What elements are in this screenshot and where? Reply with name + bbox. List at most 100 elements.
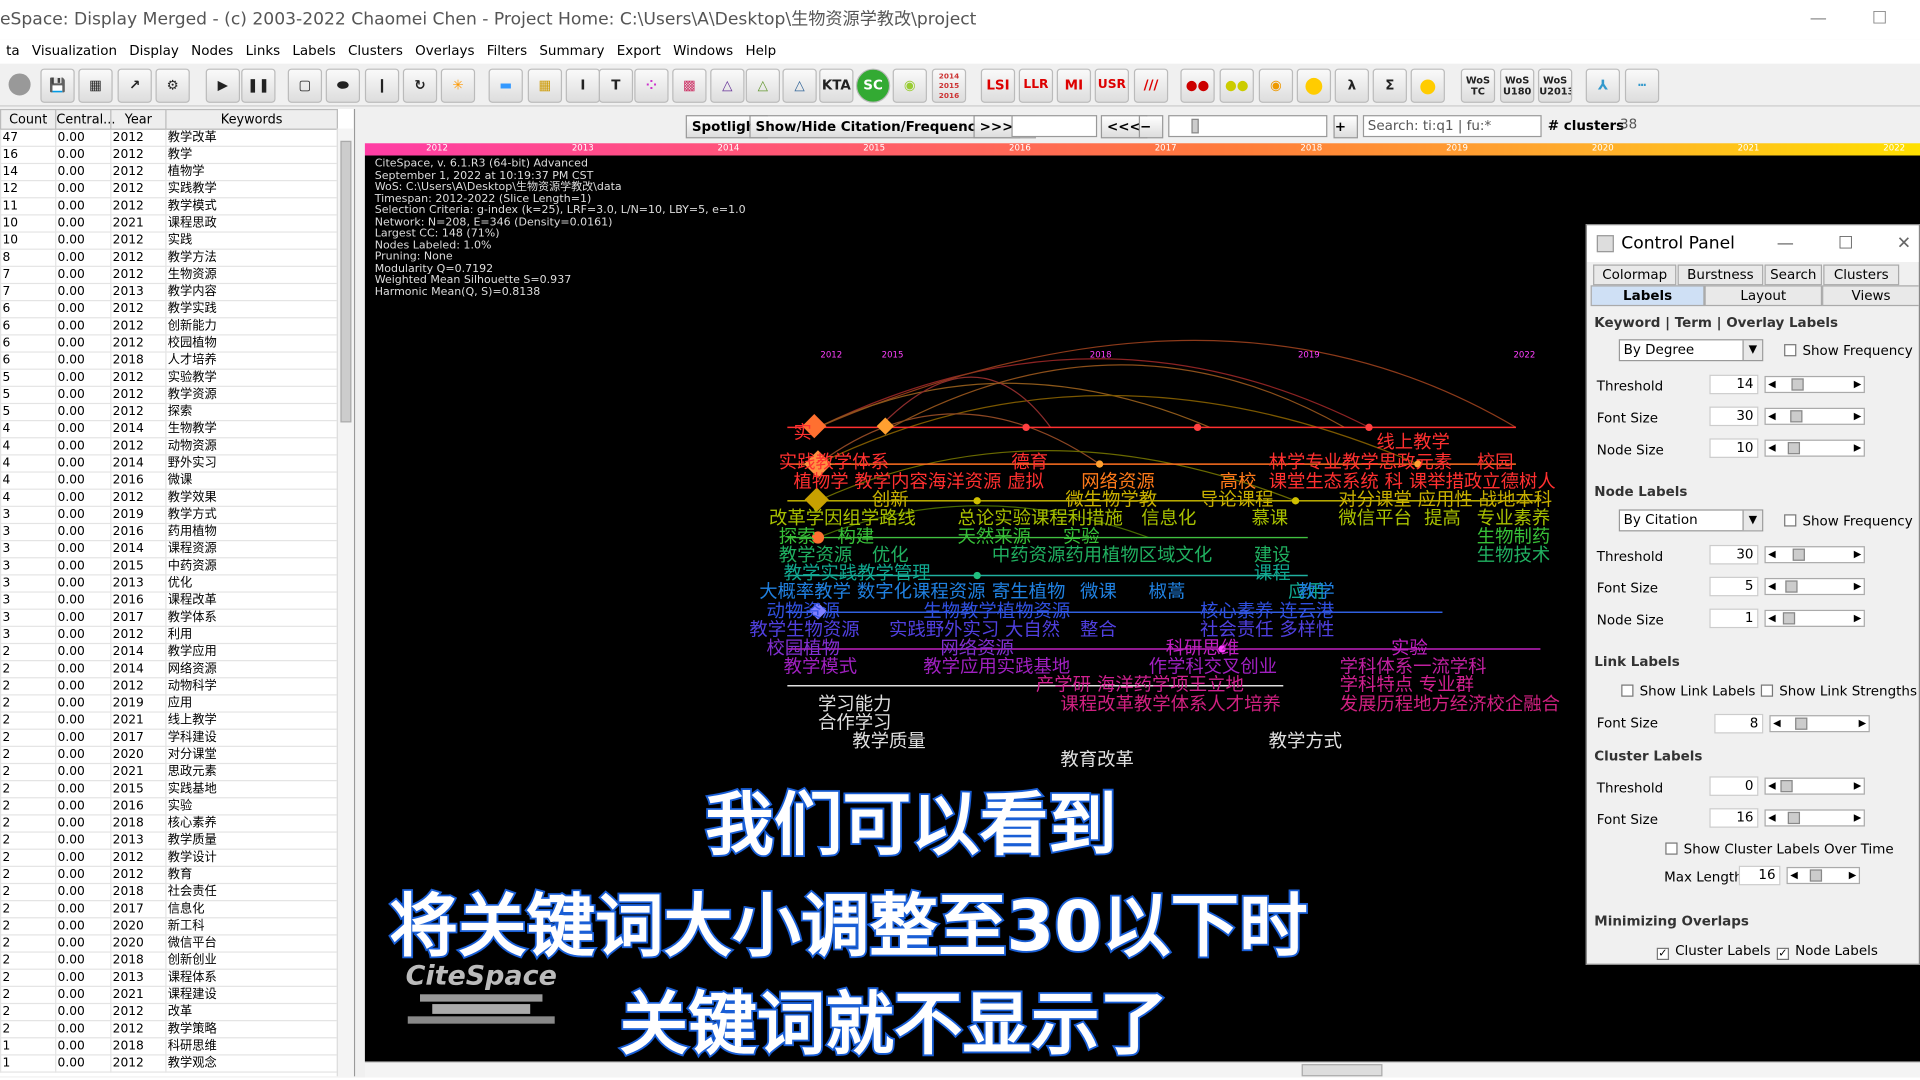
cluster-threshold-slider[interactable]: ◀ ▶ (1764, 777, 1865, 795)
keyword-label[interactable]: 教学 (1298, 582, 1335, 602)
sigma-button[interactable]: Σ (1372, 68, 1407, 103)
table-row[interactable]: 3 0.00 2017 教学体系 (0, 608, 338, 627)
wos-u2013-button[interactable]: WoS U2013 (1537, 68, 1573, 103)
table-row[interactable]: 2 0.00 2012 教学策略 (0, 1020, 338, 1039)
table-row[interactable]: 2 0.00 2021 课程建设 (0, 985, 338, 1005)
kw-threshold-value[interactable]: 14 (1709, 374, 1759, 395)
table-row[interactable]: 10 0.00 2012 实践 (0, 231, 338, 250)
export-icon[interactable]: ↗ (117, 68, 152, 103)
table-row[interactable]: 2 0.00 2014 网络资源 (0, 660, 338, 679)
search-circle-icon[interactable]: ● (1410, 68, 1445, 103)
orange-circle-icon[interactable]: ◉ (1258, 68, 1294, 103)
max-length-value[interactable]: 16 (1738, 865, 1781, 886)
dots-icon[interactable]: ●● (1180, 68, 1215, 103)
canvas-horizontal-scrollbar[interactable] (364, 1061, 1920, 1078)
keyword-label[interactable]: 校园 (1477, 452, 1514, 472)
menu-1[interactable]: Visualization (26, 39, 123, 63)
panel-maximize-icon[interactable]: ☐ (1838, 225, 1853, 262)
circle-icon[interactable]: ◉ (892, 68, 927, 103)
menu-4[interactable]: Links (239, 39, 286, 63)
keyword-label[interactable]: 生物技术 (1477, 545, 1550, 565)
table-row[interactable]: 2 0.00 2018 创新创业 (0, 951, 338, 970)
maximize-button[interactable]: ☐ (1851, 0, 1907, 39)
scatter-icon[interactable]: ⁘ (634, 68, 669, 103)
keyword-label[interactable]: 椒蒿 (1149, 582, 1186, 602)
table-row[interactable]: 6 0.00 2012 创新能力 (0, 317, 338, 336)
keyword-label[interactable]: 线上教学 (1376, 432, 1449, 452)
keyword-label[interactable]: 学科特点 专业群 (1340, 675, 1474, 695)
table-row[interactable]: 4 0.00 2014 生物教学 (0, 420, 338, 439)
burst-icon[interactable]: ✳ (440, 68, 476, 103)
table-row[interactable]: 2 0.00 2012 教学设计 (0, 848, 338, 867)
link-fontsize-value[interactable]: 8 (1714, 713, 1764, 734)
table-row[interactable]: 2 0.00 2021 线上教学 (0, 711, 338, 730)
min-node-labels-checkbox[interactable]: ✓ Node Labels (1776, 943, 1878, 961)
menu-11[interactable]: Windows (667, 39, 739, 63)
menu-8[interactable]: Filters (481, 39, 534, 63)
table-row[interactable]: 10 0.00 2021 课程思政 (0, 214, 338, 233)
kw-nodesize-slider[interactable]: ◀ ▶ (1764, 439, 1865, 457)
wos-tc-button[interactable]: WoS TC (1460, 68, 1496, 103)
keyword-label[interactable]: 教学模式 (784, 656, 857, 676)
cluster-fontsize-slider[interactable]: ◀ ▶ (1764, 809, 1865, 827)
cluster-fontsize-value[interactable]: 16 (1709, 808, 1759, 828)
table-row[interactable]: 7 0.00 2012 生物资源 (0, 265, 338, 285)
menu-7[interactable]: Overlays (409, 39, 481, 63)
keyword-label[interactable]: 微课 (1080, 582, 1117, 602)
table-row[interactable]: 2 0.00 2018 核心素养 (0, 814, 338, 833)
filter-input[interactable] (1011, 115, 1098, 138)
node-fontsize-slider[interactable]: ◀ ▶ (1764, 577, 1865, 596)
keyword-label[interactable]: 产学研 海洋药学项王立地 (1036, 675, 1244, 695)
show-link-strengths-checkbox[interactable]: Show Link Strengths (1760, 683, 1917, 699)
keyword-label[interactable]: 课程 (1254, 563, 1291, 583)
table-row[interactable]: 16 0.00 2012 教学 (0, 145, 338, 165)
wos-u180-button[interactable]: WoS U180 (1500, 68, 1535, 103)
yellow-circle-icon[interactable]: ● (1296, 68, 1332, 103)
minimize-button[interactable]: — (1790, 0, 1846, 39)
keyword-label[interactable]: 德育 (1011, 452, 1048, 472)
table-row[interactable]: 5 0.00 2012 教学资源 (0, 385, 338, 405)
table-row[interactable]: 2 0.00 2012 教育 (0, 865, 338, 885)
menu-9[interactable]: Summary (533, 39, 610, 63)
tab-search[interactable]: Search (1764, 264, 1823, 286)
table-row[interactable]: 3 0.00 2014 课程资源 (0, 540, 338, 559)
triangle-icon-2[interactable]: △ (745, 68, 781, 103)
table-row[interactable]: 5 0.00 2012 实验教学 (0, 368, 338, 387)
keyword-label[interactable]: 微信平台 (1338, 508, 1411, 528)
sc-button[interactable]: SC (855, 68, 891, 103)
stop-icon[interactable] (8, 73, 31, 96)
table-row[interactable]: 14 0.00 2012 植物学 (0, 162, 338, 182)
max-length-slider[interactable]: ◀ ▶ (1786, 866, 1861, 885)
table-row[interactable]: 2 0.00 2013 课程体系 (0, 968, 338, 987)
tab-labels[interactable]: Labels (1590, 285, 1705, 307)
cluster-threshold-value[interactable]: 0 (1709, 776, 1759, 796)
menu-6[interactable]: Clusters (342, 39, 409, 63)
node-mode-select[interactable]: By Citation ▼ (1618, 509, 1764, 532)
kw-fontsize-value[interactable]: 30 (1709, 406, 1759, 427)
node-fontsize-value[interactable]: 5 (1709, 576, 1759, 597)
show-link-labels-checkbox[interactable]: Show Link Labels (1621, 683, 1755, 699)
keyword-label[interactable]: 大概率教学 数字化课程资源 (759, 582, 985, 602)
table-row[interactable]: 2 0.00 2015 实践基地 (0, 780, 338, 799)
keyword-label[interactable]: 教育改革 (1060, 749, 1133, 769)
table-row[interactable]: 2 0.00 2020 新工科 (0, 917, 338, 936)
menu-0[interactable]: ta (0, 39, 26, 63)
column-header[interactable]: Keywords (165, 108, 338, 130)
zoom-in-icon[interactable]: + (1333, 115, 1358, 139)
table-row[interactable]: 6 0.00 2012 校园植物 (0, 334, 338, 353)
triangle-icon-3[interactable]: △ (782, 68, 817, 103)
table-scrollbar[interactable] (336, 128, 354, 1077)
show-cluster-over-time-checkbox[interactable]: Show Cluster Labels Over Time (1665, 841, 1894, 857)
table-row[interactable]: 2 0.00 2020 微信平台 (0, 934, 338, 953)
menu-5[interactable]: Labels (286, 39, 342, 63)
table-row[interactable]: 2 0.00 2017 学科建设 (0, 728, 338, 747)
pin-icon[interactable]: ❙ (364, 68, 400, 103)
node-nodesize-value[interactable]: 1 (1709, 608, 1759, 629)
kw-nodesize-value[interactable]: 10 (1709, 438, 1759, 458)
table-row[interactable]: 3 0.00 2019 教学方式 (0, 505, 338, 525)
column-header[interactable]: Count (0, 108, 57, 130)
shape-icon[interactable]: ⬬ (325, 68, 361, 103)
link-fontsize-slider[interactable]: ◀ ▶ (1769, 715, 1870, 733)
kw-fontsize-slider[interactable]: ◀ ▶ (1764, 407, 1865, 425)
kw-threshold-slider[interactable]: ◀ ▶ (1764, 375, 1865, 394)
